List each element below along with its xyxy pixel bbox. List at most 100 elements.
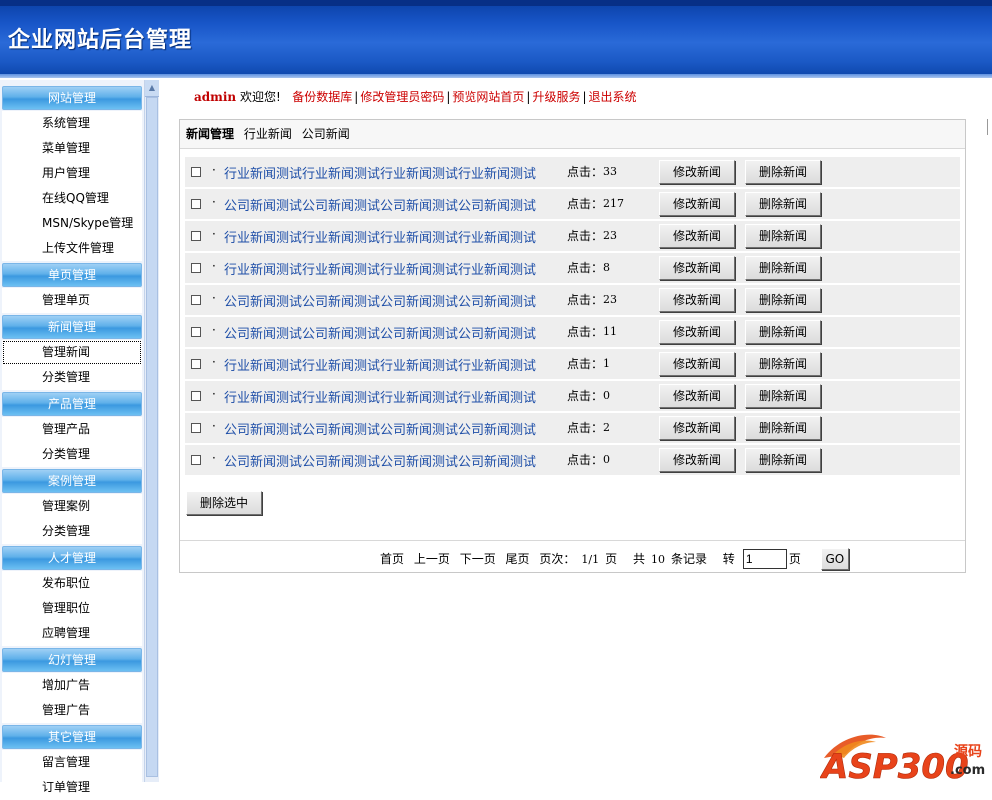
sidebar-item[interactable]: 管理案例 [2,494,142,519]
sidebar-item[interactable]: 增加广告 [2,673,142,698]
delete-news-button[interactable]: 删除新闻 [745,256,821,280]
news-title-link[interactable]: 公司新闻测试公司新闻测试公司新闻测试公司新闻测试 [224,323,536,342]
sidebar-scrollbar[interactable]: ▲ [144,80,159,782]
sidebar-group-title[interactable]: 人才管理 [2,546,142,570]
bullet-icon: · [212,291,216,305]
delete-news-button[interactable]: 删除新闻 [745,416,821,440]
sidebar-group-title[interactable]: 其它管理 [2,725,142,749]
sidebar-item[interactable]: 在线QQ管理 [2,186,142,211]
news-checkbox[interactable] [191,423,201,433]
sidebar-item[interactable]: 管理新闻 [2,340,142,365]
sidebar-item[interactable]: 菜单管理 [2,136,142,161]
topbar-link[interactable]: 备份数据库 [292,90,352,104]
topbar-link[interactable]: 修改管理员密码 [360,90,444,104]
pager-last-link[interactable]: 尾页 [506,552,530,566]
sidebar-group-title[interactable]: 案例管理 [2,469,142,493]
edit-news-button[interactable]: 修改新闻 [659,256,735,280]
tab-company-news[interactable]: 公司新闻 [302,127,350,141]
topbar-link[interactable]: 退出系统 [589,90,637,104]
tab-news-manage[interactable]: 新闻管理 [186,127,234,141]
pager: 首页 上一页 下一页 尾页 页次： 1/1 页 共 10 条记录 转 页 GO [380,548,855,572]
sidebar-group-title[interactable]: 幻灯管理 [2,648,142,672]
edit-news-button[interactable]: 修改新闻 [659,160,735,184]
edit-news-button[interactable]: 修改新闻 [659,352,735,376]
delete-news-button[interactable]: 删除新闻 [745,320,821,344]
delete-selected-button[interactable]: 删除选中 [186,491,262,515]
news-checkbox[interactable] [191,263,201,273]
delete-news-button[interactable]: 删除新闻 [745,448,821,472]
sidebar-item[interactable]: 分类管理 [2,365,142,390]
news-checkbox[interactable] [191,391,201,401]
delete-news-button[interactable]: 删除新闻 [745,160,821,184]
edit-news-button[interactable]: 修改新闻 [659,448,735,472]
tab-industry-news[interactable]: 行业新闻 [244,127,292,141]
sidebar-menu: 网站管理 系统管理 菜单管理 用户管理 在线QQ管理 MSN/Skype管理 上传文件管理单… [2,84,142,800]
edit-news-button[interactable]: 修改新闻 [659,320,735,344]
news-checkbox[interactable] [191,295,201,305]
sidebar-item[interactable]: 系统管理 [2,111,142,136]
news-title-link[interactable]: 行业新闻测试行业新闻测试行业新闻测试行业新闻测试 [224,163,536,182]
hits-label: 点击： [567,197,604,211]
sidebar-group-title[interactable]: 网站管理 [2,86,142,110]
pager-prev-link[interactable]: 上一页 [414,552,450,566]
sidebar-item[interactable]: 应聘管理 [2,621,142,646]
news-title-link[interactable]: 公司新闻测试公司新闻测试公司新闻测试公司新闻测试 [224,451,536,470]
sidebar-item[interactable]: 分类管理 [2,442,142,467]
scrollbar-thumb[interactable] [146,97,158,777]
header-banner: 企业网站后台管理 [0,0,992,78]
sidebar-group-title[interactable]: 单页管理 [2,263,142,287]
news-title-link[interactable]: 行业新闻测试行业新闻测试行业新闻测试行业新闻测试 [224,387,536,406]
news-title-link[interactable]: 行业新闻测试行业新闻测试行业新闻测试行业新闻测试 [224,355,536,374]
edit-news-button[interactable]: 修改新闻 [659,224,735,248]
news-row: · 行业新闻测试行业新闻测试行业新闻测试行业新闻测试 点击： 1 修改新闻 删除新闻 [185,349,960,379]
delete-news-button[interactable]: 删除新闻 [745,384,821,408]
sidebar-item[interactable]: 管理产品 [2,417,142,442]
sidebar-group-title[interactable]: 产品管理 [2,392,142,416]
news-checkbox[interactable] [191,231,201,241]
edit-news-button[interactable]: 修改新闻 [659,384,735,408]
edit-news-button[interactable]: 修改新闻 [659,416,735,440]
delete-news-button[interactable]: 删除新闻 [745,192,821,216]
delete-news-button[interactable]: 删除新闻 [745,352,821,376]
sidebar-item[interactable]: 管理单页 [2,288,142,313]
news-title-link[interactable]: 行业新闻测试行业新闻测试行业新闻测试行业新闻测试 [224,259,536,278]
delete-news-button[interactable]: 删除新闻 [745,288,821,312]
page-number-input[interactable] [742,549,787,569]
topbar-link[interactable]: 升级服务 [532,90,580,104]
news-panel: 新闻管理 行业新闻 公司新闻 · 行业新闻测试行业新闻测试行业新闻测试行业新闻测试… [179,119,966,573]
sidebar-item[interactable]: 发布职位 [2,571,142,596]
sidebar-item[interactable]: 分类管理 [2,519,142,544]
pager-first-link[interactable]: 首页 [380,552,404,566]
go-button[interactable]: GO [820,548,849,570]
news-checkbox[interactable] [191,455,201,465]
bullet-icon: · [212,259,216,273]
sidebar-item[interactable]: 订单管理 [2,775,142,800]
news-checkbox[interactable] [191,327,201,337]
news-title-link[interactable]: 行业新闻测试行业新闻测试行业新闻测试行业新闻测试 [224,227,536,246]
hits-label: 点击： [567,325,604,339]
pager-next-link[interactable]: 下一页 [460,552,496,566]
delete-news-button[interactable]: 删除新闻 [745,224,821,248]
bullet-icon: · [212,355,216,369]
news-title-link[interactable]: 公司新闻测试公司新闻测试公司新闻测试公司新闻测试 [224,291,536,310]
news-title-link[interactable]: 公司新闻测试公司新闻测试公司新闻测试公司新闻测试 [224,419,536,438]
svg-text:.com: .com [950,763,985,778]
sidebar-item[interactable]: 上传文件管理 [2,236,142,261]
bullet-icon: · [212,227,216,241]
news-checkbox[interactable] [191,167,201,177]
news-checkbox[interactable] [191,199,201,209]
news-title-link[interactable]: 公司新闻测试公司新闻测试公司新闻测试公司新闻测试 [224,195,536,214]
bullet-icon: · [212,419,216,433]
news-checkbox[interactable] [191,359,201,369]
topbar-link[interactable]: 预览网站首页 [452,90,524,104]
edit-news-button[interactable]: 修改新闻 [659,192,735,216]
sidebar-group-title[interactable]: 新闻管理 [2,315,142,339]
sidebar-item[interactable]: 用户管理 [2,161,142,186]
sidebar-item[interactable]: 管理职位 [2,596,142,621]
scroll-up-arrow-icon[interactable]: ▲ [145,80,159,97]
sidebar-item[interactable]: 留言管理 [2,750,142,775]
hits-count: 217 [603,197,624,210]
edit-news-button[interactable]: 修改新闻 [659,288,735,312]
sidebar-item[interactable]: 管理广告 [2,698,142,723]
sidebar-item[interactable]: MSN/Skype管理 [2,211,142,236]
